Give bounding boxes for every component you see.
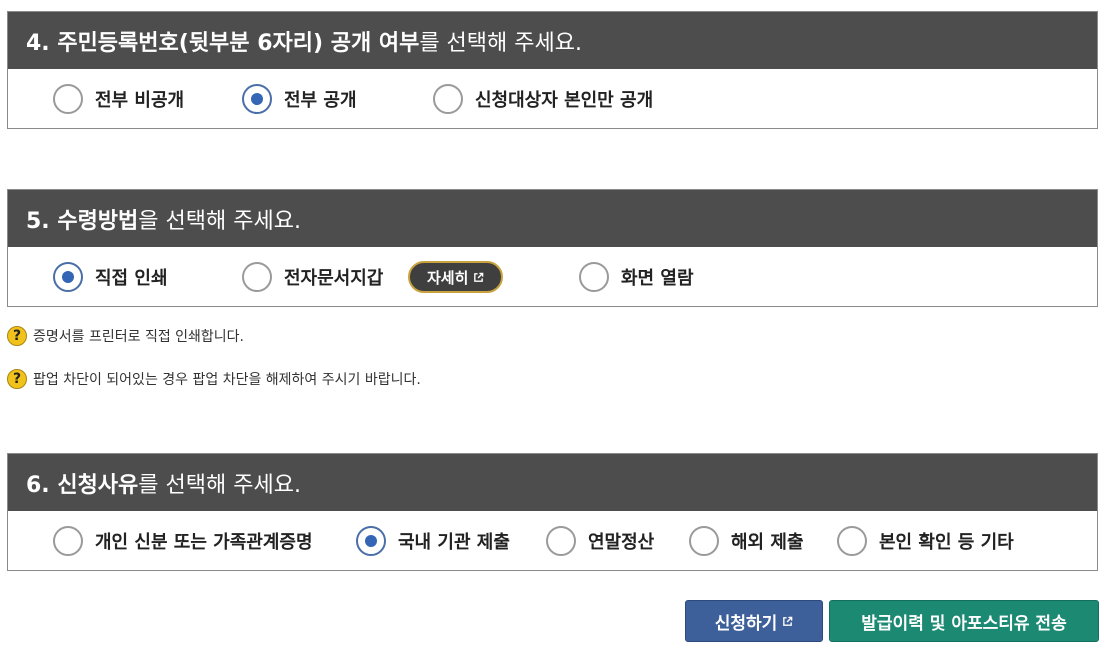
question-icon: ? bbox=[7, 369, 27, 389]
detail-button[interactable]: 자세히 bbox=[408, 261, 504, 293]
radio-group-reason: 개인 신분 또는 가족관계증명 국내 기관 제출 연말정산 해외 제출 본인 확… bbox=[8, 511, 1097, 570]
section-header: 5. 수령방법 을 선택해 주세요. bbox=[8, 190, 1097, 247]
radio-button[interactable] bbox=[53, 525, 83, 556]
external-link-icon bbox=[783, 616, 793, 626]
radio-button[interactable] bbox=[837, 525, 867, 556]
note-print: ? 증명서를 프린터로 직접 인쇄합니다. bbox=[7, 326, 244, 346]
radio-button-selected[interactable] bbox=[242, 83, 272, 114]
section-application-reason: 6. 신청사유 를 선택해 주세요. 개인 신분 또는 가족관계증명 국내 기관 … bbox=[7, 453, 1098, 571]
radio-option-all-public[interactable]: 전부 공개 bbox=[242, 69, 357, 128]
radio-label: 전자문서지갑 bbox=[284, 267, 384, 289]
radio-button[interactable] bbox=[433, 83, 463, 114]
radio-option-domestic-agency[interactable]: 국내 기관 제출 bbox=[356, 511, 510, 570]
radio-group-receipt: 직접 인쇄 전자문서지갑 자세히 화면 열람 bbox=[8, 247, 1097, 306]
radio-label: 개인 신분 또는 가족관계증명 bbox=[95, 531, 313, 553]
radio-button-selected[interactable] bbox=[356, 525, 386, 556]
radio-group-disclosure: 전부 비공개 전부 공개 신청대상자 본인만 공개 bbox=[8, 69, 1097, 128]
radio-option-other[interactable]: 본인 확인 등 기타 bbox=[837, 511, 1014, 570]
radio-button[interactable] bbox=[546, 525, 576, 556]
section-title-rest: 를 선택해 주세요. bbox=[419, 30, 582, 56]
section-title-bold: 5. 수령방법 bbox=[26, 208, 139, 234]
radio-label: 전부 비공개 bbox=[95, 89, 185, 111]
section-title-rest: 을 선택해 주세요. bbox=[138, 208, 301, 234]
radio-button[interactable] bbox=[53, 83, 83, 114]
radio-option-screen-view[interactable]: 화면 열람 bbox=[579, 247, 694, 306]
note-text: 팝업 차단이 되어있는 경우 팝업 차단을 해제하여 주시기 바랍니다. bbox=[33, 372, 421, 388]
note-popup: ? 팝업 차단이 되어있는 경우 팝업 차단을 해제하여 주시기 바랍니다. bbox=[7, 369, 421, 389]
apply-button-label: 신청하기 bbox=[714, 613, 778, 634]
radio-button[interactable] bbox=[579, 261, 609, 292]
send-button-label: 발급이력 및 아포스티유 전송 bbox=[861, 613, 1067, 634]
radio-label: 신청대상자 본인만 공개 bbox=[475, 89, 654, 111]
radio-option-identity-family[interactable]: 개인 신분 또는 가족관계증명 bbox=[53, 511, 313, 570]
radio-option-self-only[interactable]: 신청대상자 본인만 공개 bbox=[433, 69, 653, 128]
section-header: 4. 주민등록번호(뒷부분 6자리) 공개 여부 를 선택해 주세요. bbox=[8, 12, 1097, 69]
section-title-bold: 6. 신청사유 bbox=[26, 472, 139, 498]
radio-label: 전부 공개 bbox=[284, 89, 357, 111]
send-apostille-button[interactable]: 발급이력 및 아포스티유 전송 bbox=[829, 600, 1099, 642]
external-link-icon bbox=[474, 272, 484, 282]
section-title-bold: 4. 주민등록번호(뒷부분 6자리) 공개 여부 bbox=[26, 30, 420, 56]
radio-option-direct-print[interactable]: 직접 인쇄 bbox=[53, 247, 168, 306]
question-icon: ? bbox=[7, 326, 27, 346]
note-text: 증명서를 프린터로 직접 인쇄합니다. bbox=[33, 329, 244, 345]
radio-label: 연말정산 bbox=[588, 531, 655, 553]
detail-button-label: 자세히 bbox=[427, 268, 469, 287]
radio-label: 본인 확인 등 기타 bbox=[879, 531, 1014, 553]
radio-label: 직접 인쇄 bbox=[95, 267, 168, 289]
radio-label: 해외 제출 bbox=[731, 531, 804, 553]
radio-label: 국내 기관 제출 bbox=[398, 531, 510, 553]
radio-option-none-public[interactable]: 전부 비공개 bbox=[53, 69, 184, 128]
radio-option-e-wallet[interactable]: 전자문서지갑 bbox=[242, 247, 383, 306]
radio-option-year-end-tax[interactable]: 연말정산 bbox=[546, 511, 654, 570]
radio-button[interactable] bbox=[689, 525, 719, 556]
radio-option-overseas[interactable]: 해외 제출 bbox=[689, 511, 804, 570]
radio-button[interactable] bbox=[242, 261, 272, 292]
section-header: 6. 신청사유 를 선택해 주세요. bbox=[8, 454, 1097, 511]
radio-button-selected[interactable] bbox=[53, 261, 83, 292]
apply-button[interactable]: 신청하기 bbox=[685, 600, 823, 642]
section-title-rest: 를 선택해 주세요. bbox=[138, 472, 301, 498]
section-receipt-method: 5. 수령방법 을 선택해 주세요. 직접 인쇄 전자문서지갑 자세히 화면 열람 bbox=[7, 189, 1098, 307]
section-resident-number-disclosure: 4. 주민등록번호(뒷부분 6자리) 공개 여부 를 선택해 주세요. 전부 비공… bbox=[7, 11, 1098, 129]
radio-label: 화면 열람 bbox=[621, 267, 694, 289]
